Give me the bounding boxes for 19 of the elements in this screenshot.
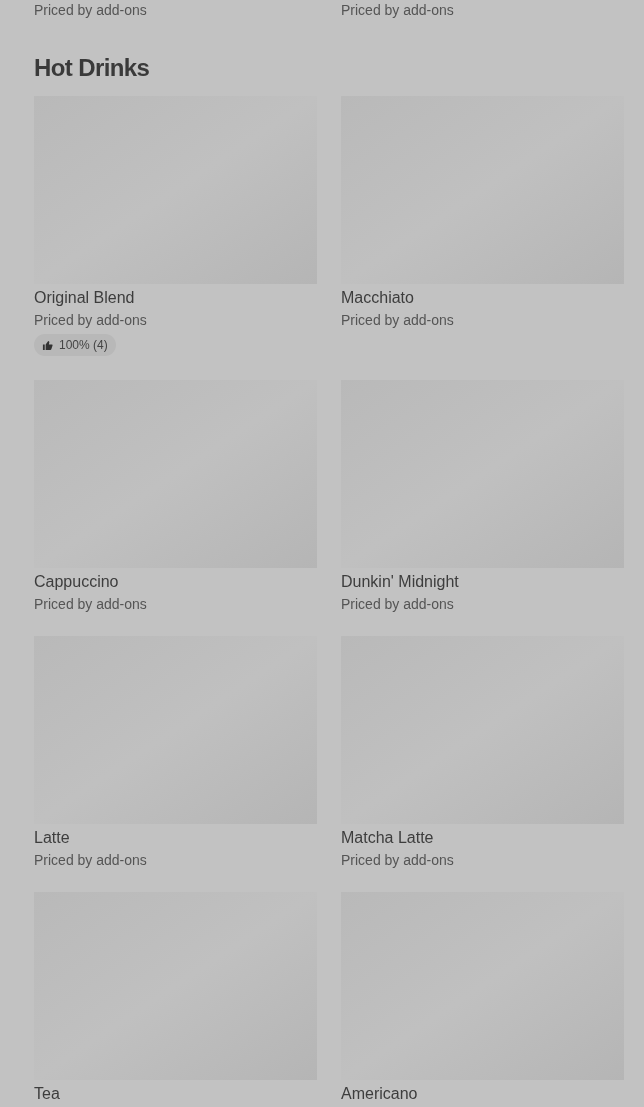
item-subtitle: Priced by add-ons bbox=[34, 594, 148, 614]
item-name: Tea bbox=[34, 1083, 61, 1104]
item-name: Original Blend bbox=[34, 288, 136, 308]
item-name: Americano bbox=[341, 1083, 419, 1104]
item-name: Cappuccino bbox=[34, 571, 120, 592]
item-subtitle: Priced by add-ons bbox=[341, 1, 455, 20]
item-subtitle: Priced by add-ons bbox=[34, 1, 148, 20]
thumbs-up-icon bbox=[42, 339, 53, 351]
section-heading: Hot Drinks bbox=[34, 53, 151, 83]
rating-badge: 100% (4) bbox=[34, 334, 116, 356]
item-subtitle: Priced by add-ons bbox=[341, 311, 455, 330]
item-name: Latte bbox=[34, 827, 71, 848]
item-subtitle: Priced by add-ons bbox=[34, 850, 148, 870]
item-name: Macchiato bbox=[341, 288, 415, 308]
item-subtitle: Priced by add-ons bbox=[341, 850, 455, 870]
item-name: Dunkin' Midnight bbox=[341, 571, 460, 592]
item-subtitle: Priced by add-ons bbox=[34, 311, 148, 330]
item-name: Matcha Latte bbox=[341, 827, 435, 848]
item-subtitle: Priced by add-ons bbox=[341, 594, 455, 614]
